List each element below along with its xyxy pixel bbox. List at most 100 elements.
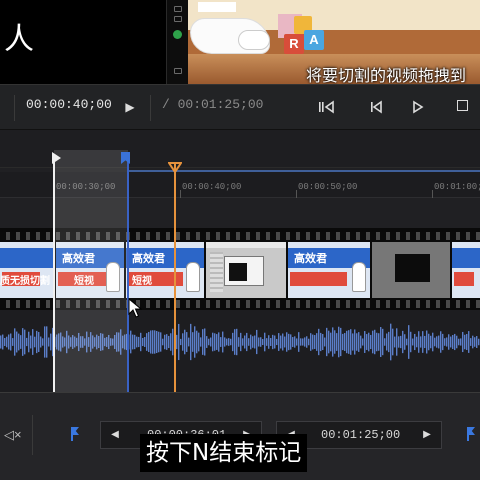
play-button[interactable]: ▶ [120, 97, 140, 117]
in-point-line[interactable] [53, 154, 55, 392]
waveform-bar [10, 333, 12, 351]
waveform-bar [350, 329, 352, 355]
waveform-bar [302, 338, 304, 346]
waveform-bar [170, 333, 172, 351]
preview-caption: 人 [4, 22, 34, 57]
waveform-bar [248, 338, 250, 346]
skip-back-icon [319, 100, 334, 114]
waveform-bar [308, 338, 310, 346]
divider [150, 95, 151, 121]
selected-range[interactable] [54, 150, 128, 392]
waveform-bar [442, 333, 444, 351]
waveform-bar [200, 337, 202, 347]
in-time-decrease-button[interactable]: ◀ [107, 427, 123, 443]
ruler-label: 00:01:00;00 [434, 182, 480, 192]
waveform-bar [426, 330, 428, 354]
waveform-bar [412, 338, 414, 346]
waveform-bar [262, 338, 264, 346]
waveform-bar [50, 333, 52, 351]
waveform-bar [304, 337, 306, 347]
video-thumbnail [372, 242, 450, 298]
waveform-bar [358, 332, 360, 352]
waveform-bar [370, 334, 372, 350]
playhead-handle[interactable] [168, 162, 182, 173]
tutorial-subtitle: 按下N结束标记 [140, 434, 308, 472]
playhead-line[interactable] [174, 164, 176, 392]
waveform-bar [240, 332, 242, 352]
stop-button[interactable] [452, 97, 472, 117]
waveform-bar [44, 326, 46, 358]
timeline[interactable]: 00:00:30;00 00:00:40;00 00:00:50;00 00:0… [0, 130, 480, 392]
out-point-line[interactable] [127, 154, 129, 392]
waveform-bar [242, 338, 244, 346]
waveform-bar [6, 336, 8, 348]
waveform-bar [400, 335, 402, 349]
next-frame-button[interactable] [408, 97, 428, 117]
waveform-bar [472, 335, 474, 349]
mute-icon[interactable]: ◁× [4, 427, 22, 443]
ruler-label: 00:00:50;00 [298, 182, 358, 192]
waveform-bar [460, 338, 462, 346]
waveform-bar [360, 335, 362, 349]
set-out-flag-icon[interactable] [466, 427, 476, 441]
waveform-bar [204, 328, 206, 356]
waveform-bar [280, 335, 282, 349]
waveform-bar [176, 334, 178, 350]
waveform-bar [182, 333, 184, 351]
waveform-bar [270, 338, 272, 346]
waveform-bar [42, 338, 44, 346]
waveform-bar [458, 338, 460, 346]
waveform-bar [424, 335, 426, 349]
waveform-bar [346, 330, 348, 354]
waveform-bar [30, 335, 32, 349]
waveform-bar [244, 335, 246, 349]
out-time-increase-button[interactable]: ▶ [419, 427, 435, 443]
waveform-bar [402, 330, 404, 354]
waveform-bar [444, 338, 446, 346]
prev-mark-button[interactable] [316, 97, 336, 117]
waveform-bar [390, 323, 392, 361]
waveform-bar [46, 326, 48, 358]
set-in-flag-icon[interactable] [70, 427, 80, 441]
status-icon [174, 6, 182, 12]
toy-block-a: A [304, 30, 324, 50]
waveform-bar [190, 323, 192, 361]
waveform-bar [266, 338, 268, 346]
video-thumbnail [452, 242, 480, 298]
waveform-bar [300, 338, 302, 346]
waveform-bar [208, 338, 210, 346]
waveform-bar [348, 330, 350, 354]
waveform-bar [16, 331, 18, 353]
waveform-bar [12, 338, 14, 346]
waveform-bar [388, 331, 390, 353]
waveform-bar [264, 332, 266, 352]
waveform-bar [394, 336, 396, 348]
waveform-bar [220, 337, 222, 347]
divider [14, 95, 15, 121]
waveform-bar [322, 333, 324, 351]
waveform-bar [178, 323, 180, 361]
video-thumbnail: 高效君 [288, 242, 370, 298]
waveform-bar [430, 335, 432, 349]
waveform-bar [150, 330, 152, 354]
prev-frame-button[interactable] [366, 97, 386, 117]
waveform-bar [316, 333, 318, 351]
waveform-bar [292, 337, 294, 347]
waveform-bar [392, 328, 394, 356]
waveform-bar [356, 333, 358, 351]
waveform-bar [276, 338, 278, 346]
waveform-bar [180, 338, 182, 346]
waveform-bar [18, 333, 20, 351]
waveform-bar [130, 330, 132, 354]
waveform-bar [466, 333, 468, 351]
waveform-bar [156, 330, 158, 354]
waveform-bar [410, 331, 412, 353]
waveform-bar [38, 332, 40, 352]
waveform-bar [320, 332, 322, 352]
waveform-bar [282, 333, 284, 351]
waveform-bar [206, 336, 208, 348]
waveform-bar [476, 336, 478, 348]
waveform-bar [210, 337, 212, 347]
current-timecode[interactable]: 00:00:40;00 [26, 97, 112, 112]
waveform-bar [416, 336, 418, 348]
